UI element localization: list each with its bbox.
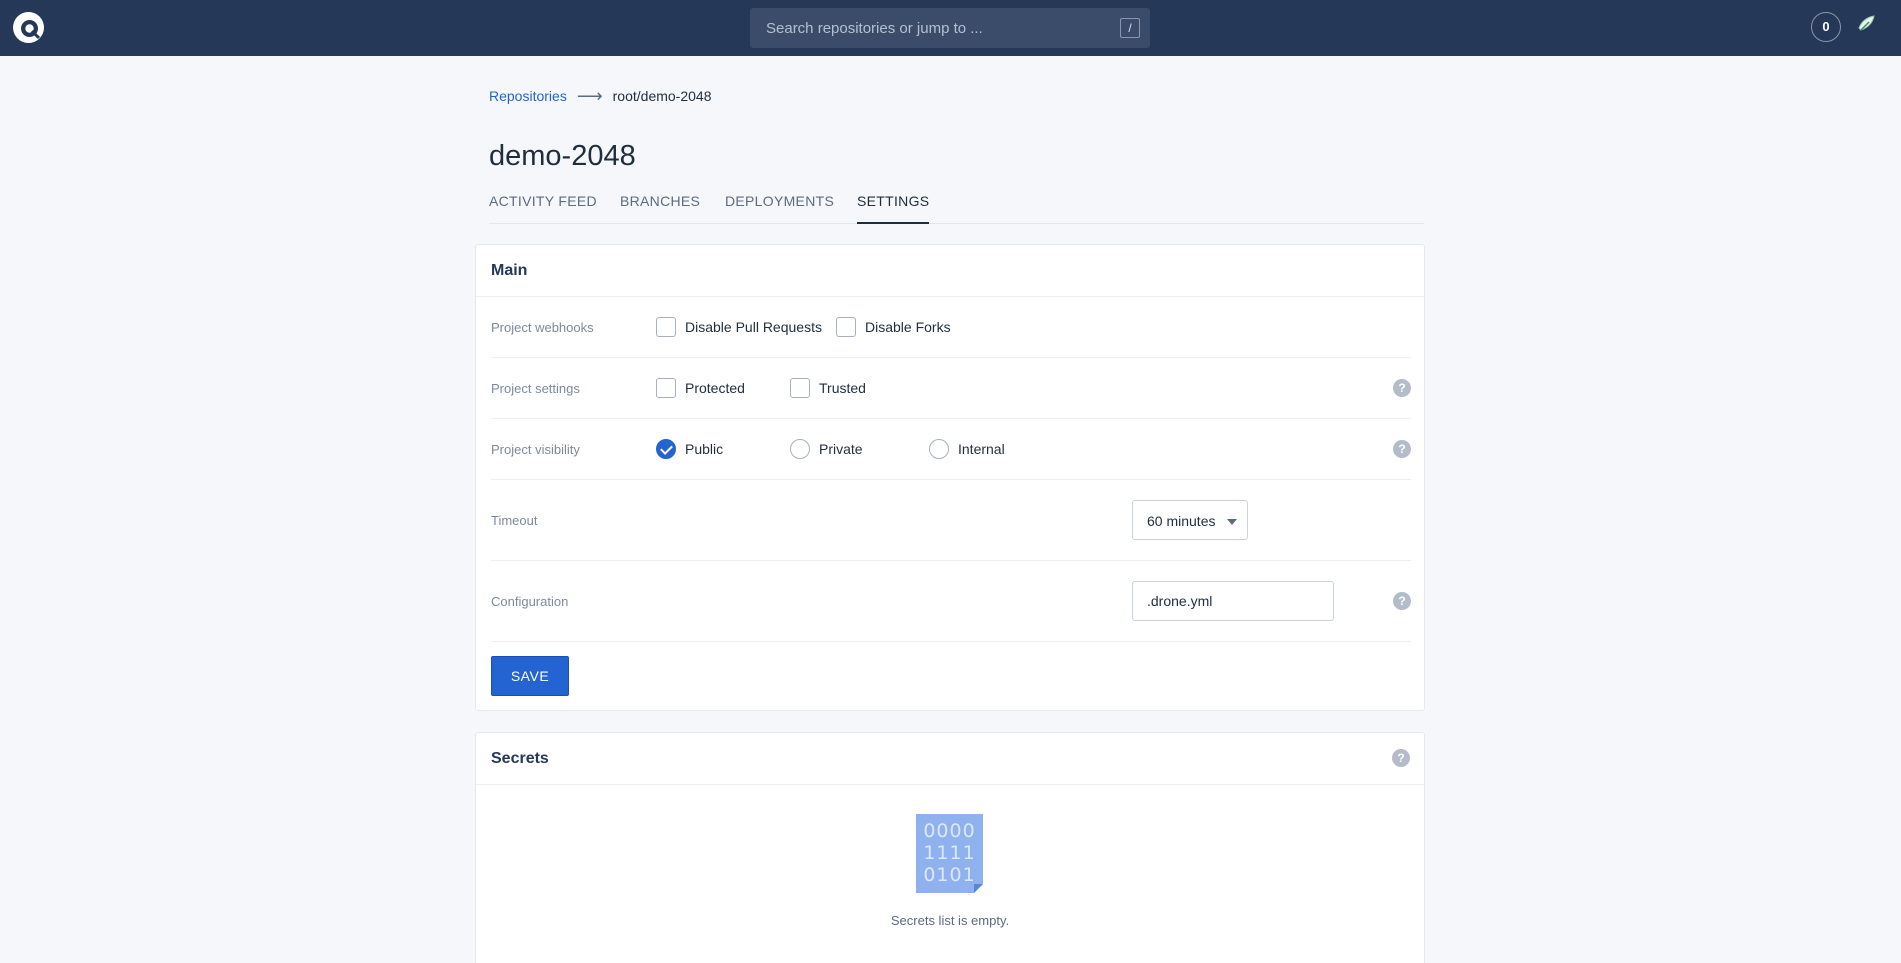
private-option[interactable]: Private: [790, 439, 863, 459]
user-avatar-icon[interactable]: [1857, 14, 1877, 34]
trusted-option[interactable]: Trusted: [790, 378, 866, 398]
protected-option[interactable]: Protected: [656, 378, 745, 398]
protected-label: Protected: [685, 380, 745, 396]
internal-radio[interactable]: [929, 439, 949, 459]
secrets-empty-message: Secrets list is empty.: [890, 913, 1010, 928]
project-settings-row: Project settings Protected Trusted ?: [491, 358, 1411, 419]
drone-logo-icon[interactable]: [12, 11, 45, 44]
binary-row: 0101: [923, 864, 975, 886]
configuration-input[interactable]: [1132, 581, 1334, 621]
trusted-checkbox[interactable]: [790, 378, 810, 398]
configuration-label: Configuration: [491, 594, 569, 609]
main-card-header: Main: [476, 245, 1424, 297]
binary-row: 0000: [923, 820, 975, 842]
top-navbar: Search repositories or jump to ... / 0: [0, 0, 1901, 56]
breadcrumb: Repositories ⟶ root/demo-2048: [489, 86, 712, 106]
timeout-row: Timeout: [491, 480, 1411, 561]
tab-deployments[interactable]: DEPLOYMENTS: [725, 193, 834, 224]
binary-row: 1111: [923, 842, 975, 864]
secrets-card-title: Secrets: [491, 750, 549, 767]
main-settings-card: Main Project webhooks Disable Pull Reque…: [475, 244, 1425, 711]
build-count-badge[interactable]: 0: [1811, 12, 1841, 42]
repo-tabs: ACTIVITY FEED BRANCHES DEPLOYMENTS SETTI…: [489, 193, 1424, 224]
public-label: Public: [685, 441, 724, 457]
search-shortcut-key: /: [1120, 18, 1140, 38]
timeout-select[interactable]: 60 minutes: [1132, 500, 1248, 540]
save-button[interactable]: SAVE: [491, 656, 569, 696]
help-icon[interactable]: ?: [1393, 592, 1411, 610]
breadcrumb-repositories-link[interactable]: Repositories: [489, 88, 567, 104]
page-title: demo-2048: [489, 140, 636, 172]
tab-branches[interactable]: BRANCHES: [620, 193, 700, 224]
webhooks-row: Project webhooks Disable Pull Requests D…: [491, 297, 1411, 358]
disable-forks-checkbox[interactable]: [836, 317, 856, 337]
secrets-card-header: Secrets ?: [476, 733, 1424, 785]
trusted-label: Trusted: [819, 380, 866, 396]
visibility-label: Project visibility: [491, 442, 580, 457]
disable-forks-option[interactable]: Disable Forks: [836, 317, 951, 337]
protected-checkbox[interactable]: [656, 378, 676, 398]
binary-document-icon: 0000 1111 0101: [916, 814, 983, 893]
timeout-value: 60 minutes: [1147, 513, 1216, 529]
visibility-row: Project visibility Public Private Intern…: [491, 419, 1411, 480]
arrow-right-icon: ⟶: [576, 86, 603, 106]
chevron-down-icon: [1227, 519, 1237, 525]
internal-label: Internal: [958, 441, 1005, 457]
project-settings-label: Project settings: [491, 381, 580, 396]
disable-pull-requests-label: Disable Pull Requests: [685, 319, 822, 335]
tab-activity-feed[interactable]: ACTIVITY FEED: [489, 193, 597, 224]
timeout-label: Timeout: [491, 513, 538, 528]
disable-pull-requests-option[interactable]: Disable Pull Requests: [656, 317, 822, 337]
public-option[interactable]: Public: [656, 439, 723, 459]
help-icon[interactable]: ?: [1393, 440, 1411, 458]
public-radio[interactable]: [656, 439, 676, 459]
search-bar[interactable]: Search repositories or jump to ... /: [750, 8, 1150, 48]
private-label: Private: [819, 441, 863, 457]
webhooks-label: Project webhooks: [491, 320, 594, 335]
help-icon[interactable]: ?: [1393, 379, 1411, 397]
help-icon[interactable]: ?: [1392, 749, 1410, 767]
tab-settings[interactable]: SETTINGS: [857, 193, 930, 224]
main-card-title: Main: [491, 262, 528, 279]
internal-option[interactable]: Internal: [929, 439, 1005, 459]
disable-forks-label: Disable Forks: [865, 319, 951, 335]
search-input[interactable]: Search repositories or jump to ...: [766, 20, 983, 37]
breadcrumb-current: root/demo-2048: [612, 88, 712, 104]
private-radio[interactable]: [790, 439, 810, 459]
disable-pull-requests-checkbox[interactable]: [656, 317, 676, 337]
